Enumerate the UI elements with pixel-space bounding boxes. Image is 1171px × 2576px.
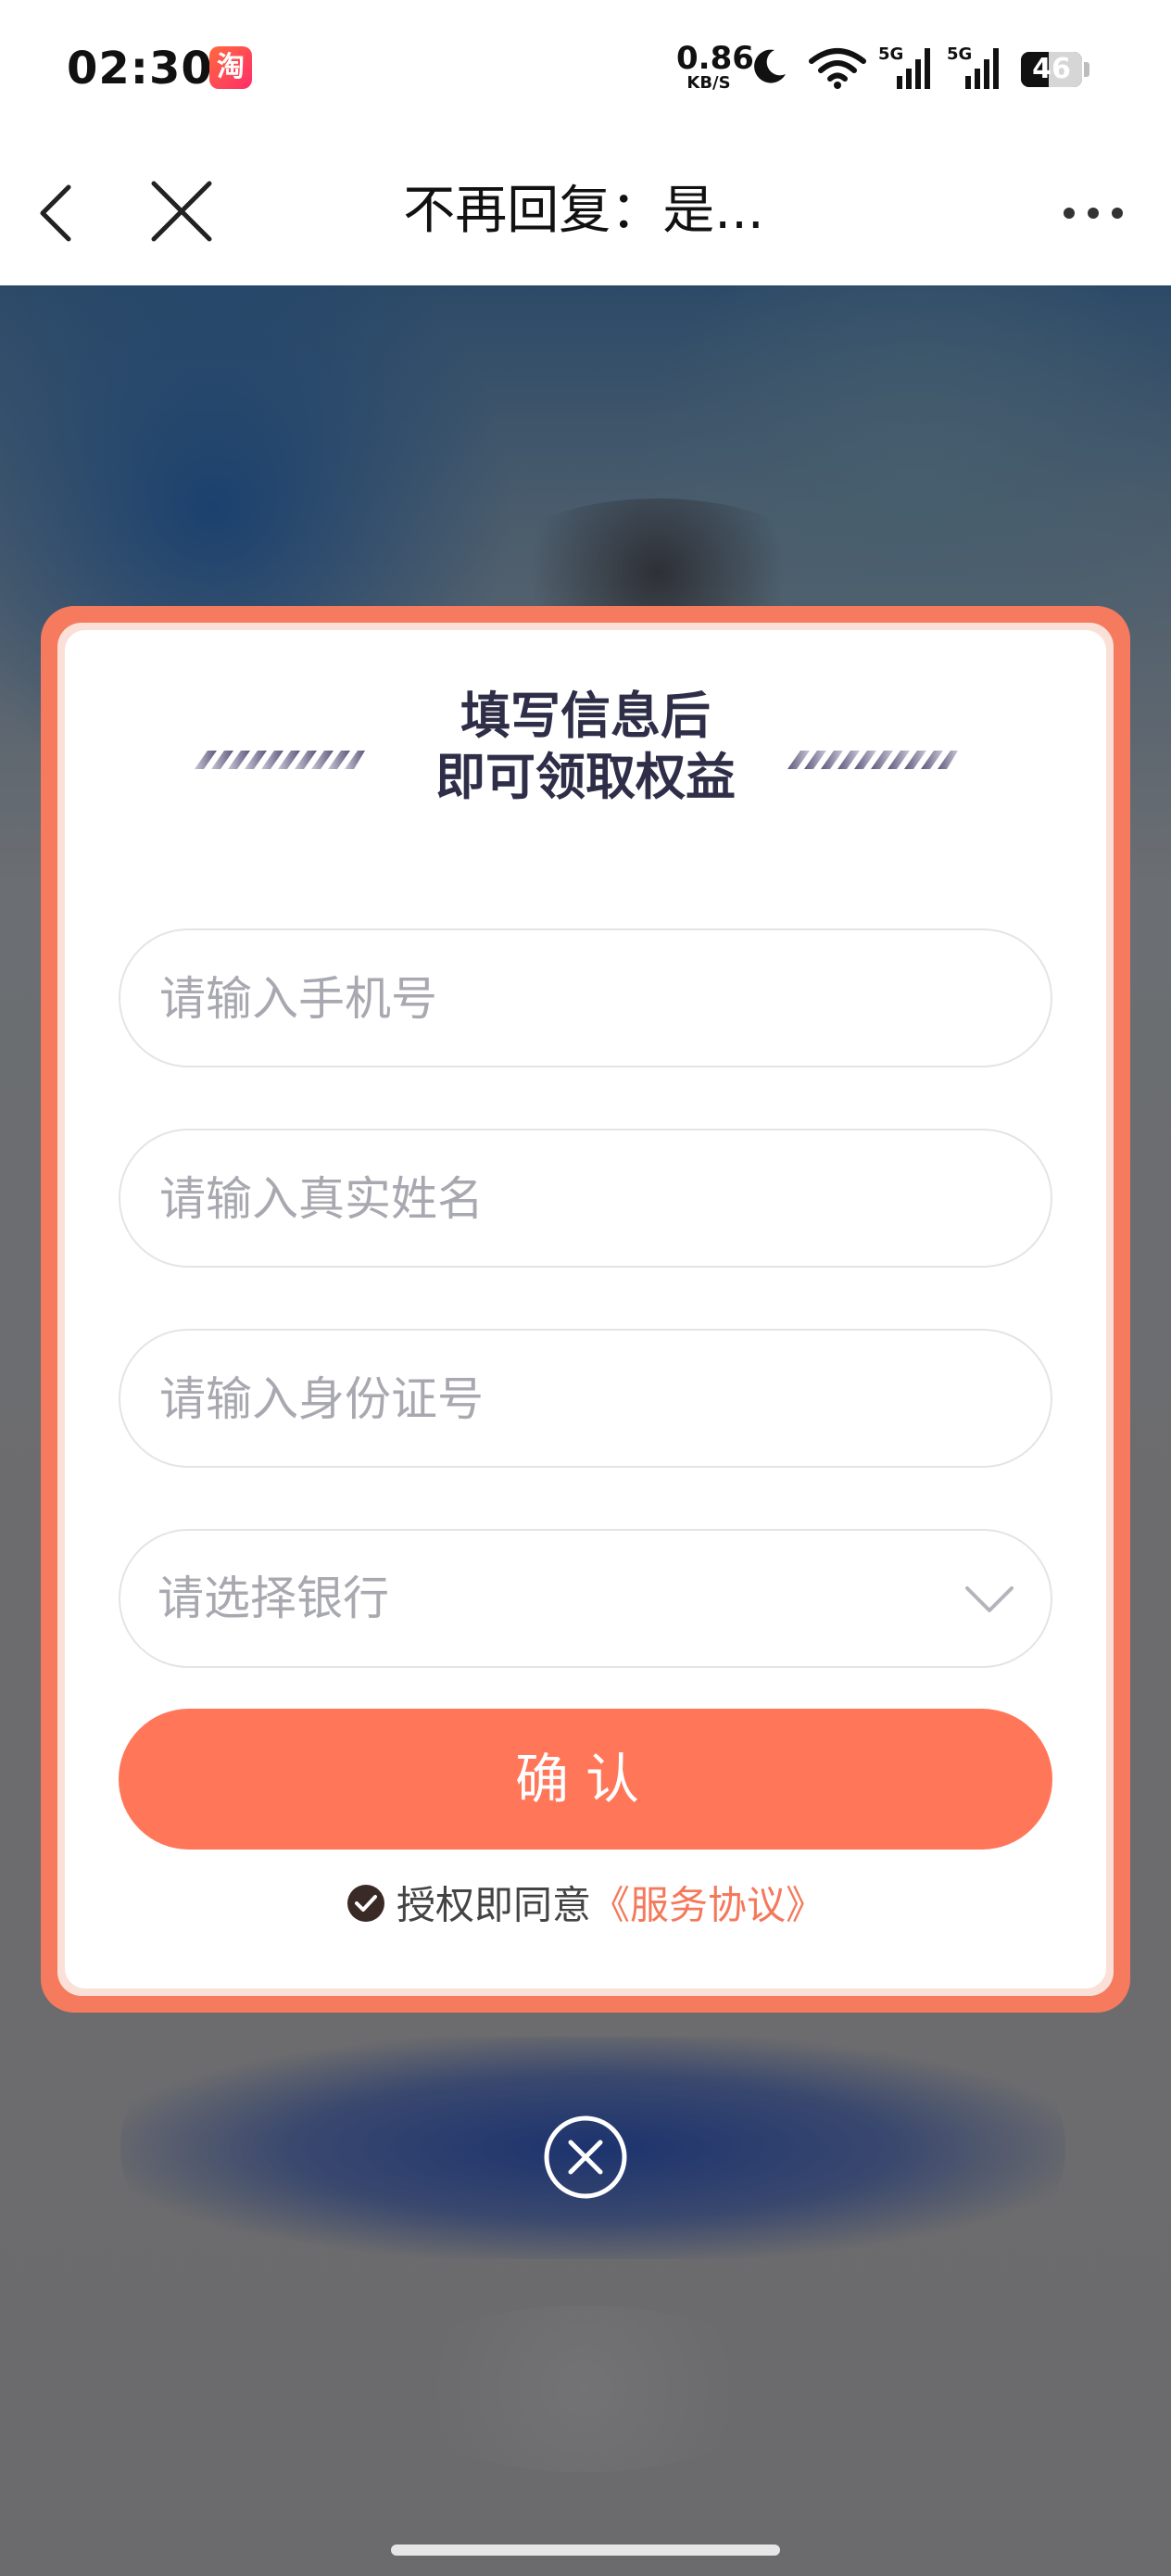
agreement-text: 授权即同意 xyxy=(396,1882,591,1928)
check-circle-icon[interactable] xyxy=(346,1884,385,1923)
status-time: 02:30 xyxy=(67,43,213,95)
back-arrow-icon[interactable] xyxy=(22,176,96,250)
taobao-app-icon: 淘 xyxy=(209,46,252,89)
title-decoration-right xyxy=(787,751,958,769)
moon-icon xyxy=(754,49,786,83)
modal-border: 填写信息后 即可领取权益 请输入手机号 请输入真实姓名 请输入身份证号 请选择银… xyxy=(57,623,1114,1996)
page-title: 不再回复：是... xyxy=(403,181,764,241)
battery-icon: 46 xyxy=(1021,52,1082,87)
close-icon[interactable] xyxy=(145,174,219,248)
network-speed: 0.86 KB/S xyxy=(676,40,754,93)
id-number-input[interactable] xyxy=(157,1331,976,1468)
name-field xyxy=(119,1129,1052,1268)
signal-icon: 5G xyxy=(947,44,999,89)
modal-title: 填写信息后 即可领取权益 xyxy=(65,686,1106,808)
home-indicator[interactable] xyxy=(391,2544,780,2556)
bank-select[interactable]: 请选择银行 xyxy=(119,1529,1052,1668)
battery-level: 46 xyxy=(1032,53,1071,85)
signal-type-label: 5G xyxy=(947,44,972,64)
more-icon[interactable] xyxy=(1056,195,1130,232)
service-agreement-link[interactable]: 《服务协议》 xyxy=(591,1883,825,1928)
signal-type-label: 5G xyxy=(878,44,903,64)
title-decoration-left xyxy=(195,751,365,769)
wifi-icon xyxy=(809,48,866,89)
phone-input[interactable] xyxy=(157,930,976,1067)
background-blur-shape xyxy=(389,2305,778,2472)
close-circle-icon[interactable] xyxy=(543,2115,628,2200)
chevron-down-icon xyxy=(965,1586,1014,1612)
confirm-button[interactable]: 确认 xyxy=(119,1709,1052,1850)
info-modal: 填写信息后 即可领取权益 请输入手机号 请输入真实姓名 请输入身份证号 请选择银… xyxy=(41,606,1130,2013)
phone-field xyxy=(119,928,1052,1067)
nav-bar: 不再回复：是... xyxy=(0,139,1171,285)
status-bar: 02:30 淘 0.86 KB/S 5G 5G 46 xyxy=(0,0,1171,139)
network-speed-unit: KB/S xyxy=(686,73,731,93)
signal-icon: 5G xyxy=(878,44,930,89)
modal-card: 填写信息后 即可领取权益 请输入手机号 请输入真实姓名 请输入身份证号 请选择银… xyxy=(65,630,1106,1989)
bank-select-value: 请选择银行 xyxy=(157,1572,389,1625)
id-number-field xyxy=(119,1329,1052,1468)
battery-tip xyxy=(1084,62,1089,77)
network-speed-value: 0.86 xyxy=(676,40,754,77)
name-input[interactable] xyxy=(157,1130,976,1268)
modal-title-line1: 填写信息后 xyxy=(460,687,711,745)
agreement-row: 授权即同意《服务协议》 xyxy=(65,1875,1106,1934)
